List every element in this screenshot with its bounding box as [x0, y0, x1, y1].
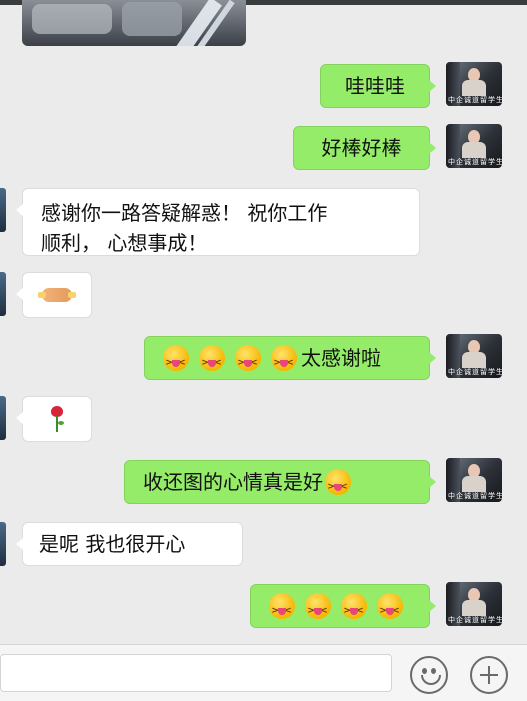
message-text-line: 顺利， 心想事成！ [41, 231, 208, 255]
my-avatar[interactable]: 中企诚道留学生 [446, 582, 502, 626]
my-avatar[interactable]: 中企诚道留学生 [446, 124, 502, 168]
rose-leaf [58, 421, 64, 425]
squinting-tongue-emoji-icon [305, 593, 331, 626]
squinting-tongue-emoji-icon [199, 345, 225, 378]
my-message-bubble[interactable]: 好棒好棒 [293, 126, 436, 170]
my-message-bubble[interactable]: 收还图的心情真是好 [124, 460, 436, 504]
smiley-eye [422, 668, 427, 674]
avatar-caption: 中企诚道留学生 [448, 492, 502, 500]
my-avatar[interactable]: 中企诚道留学生 [446, 62, 502, 106]
avatar-caption: 中企诚道留学生 [448, 158, 502, 166]
photo-car-seat [122, 2, 182, 36]
contact-avatar[interactable] [0, 272, 6, 316]
avatar-body [462, 142, 486, 158]
contact-avatar[interactable] [0, 396, 6, 440]
avatar-body [462, 352, 486, 368]
squinting-tongue-emoji-icon [271, 345, 297, 378]
chat-input-bar [0, 644, 527, 701]
my-message-bubble[interactable]: 哇哇哇 [320, 64, 436, 108]
squinting-tongue-emoji-icon [235, 345, 261, 378]
plus-vertical [488, 666, 490, 684]
my-message-bubble[interactable] [250, 584, 436, 628]
squinting-tongue-emoji-icon [341, 593, 367, 626]
smiley-mouth [421, 675, 441, 685]
handshake-emoji-icon [38, 288, 76, 302]
message-text: 太感谢啦 [301, 346, 381, 370]
message-text: 是呢 我也很开心 [39, 532, 186, 556]
contact-message-bubble[interactable]: 感谢你一路答疑解惑！ 祝你工作 顺利， 心想事成！ [16, 188, 420, 256]
squinting-tongue-emoji-icon [377, 593, 403, 626]
contact-avatar[interactable] [0, 522, 6, 566]
smiley-eye [431, 668, 436, 674]
message-text: 哇哇哇 [345, 74, 405, 98]
avatar-caption: 中企诚道留学生 [448, 616, 502, 624]
squinting-tongue-emoji-icon [269, 593, 295, 626]
contact-avatar[interactable] [0, 188, 6, 232]
my-message-bubble[interactable]: 太感谢啦 [144, 336, 436, 380]
squinting-tongue-emoji-icon [325, 469, 351, 502]
avatar-caption: 中企诚道留学生 [448, 368, 502, 376]
message-input[interactable] [0, 654, 392, 692]
contact-message-bubble[interactable]: 是呢 我也很开心 [16, 522, 243, 566]
my-avatar[interactable]: 中企诚道留学生 [446, 334, 502, 378]
avatar-caption: 中企诚道留学生 [448, 96, 502, 104]
smiley-icon[interactable] [410, 656, 448, 694]
message-text: 收还图的心情真是好 [143, 470, 323, 494]
squinting-tongue-emoji-icon [163, 345, 189, 378]
message-text-line: 感谢你一路答疑解惑！ 祝你工作 [41, 201, 328, 225]
contact-message-bubble[interactable] [16, 272, 92, 318]
contact-message-bubble[interactable] [16, 396, 92, 442]
shared-photo-message[interactable] [22, 0, 246, 46]
rose-emoji-icon [49, 406, 65, 432]
avatar-body [462, 600, 486, 616]
my-avatar[interactable]: 中企诚道留学生 [446, 458, 502, 502]
message-text: 好棒好棒 [321, 136, 402, 160]
avatar-body [462, 476, 486, 492]
plus-icon[interactable] [470, 656, 508, 694]
avatar-body [462, 80, 486, 96]
photo-car-seat [32, 4, 112, 34]
